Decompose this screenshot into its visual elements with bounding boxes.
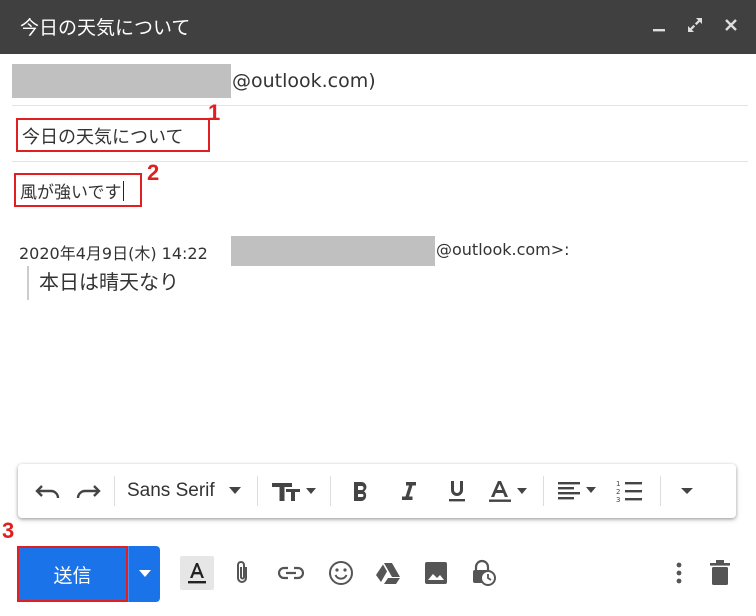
redo-icon[interactable] bbox=[68, 471, 108, 511]
quote-sender-domain: @outlook.com>: bbox=[436, 240, 570, 259]
quoted-text: 本日は晴天なり bbox=[39, 270, 179, 294]
bold-icon[interactable] bbox=[337, 471, 385, 511]
svg-text:2: 2 bbox=[616, 488, 620, 496]
callout-2: 2 bbox=[147, 160, 160, 185]
trash-icon[interactable] bbox=[703, 556, 737, 590]
body-text: 風が強いです bbox=[20, 183, 122, 203]
subject-input[interactable]: 今日の天気について bbox=[16, 118, 210, 152]
text-color-icon[interactable] bbox=[481, 471, 537, 511]
redacted-recipient bbox=[12, 64, 231, 98]
drive-icon[interactable] bbox=[371, 556, 405, 590]
recipient-domain: @outlook.com) bbox=[232, 70, 376, 92]
svg-text:3: 3 bbox=[616, 496, 620, 503]
subject-row: 今日の天気について bbox=[12, 108, 748, 162]
more-vert-icon[interactable] bbox=[662, 556, 696, 590]
compose-actions: 送信 bbox=[0, 540, 756, 610]
toolbar-divider bbox=[329, 476, 331, 506]
send-options-button[interactable] bbox=[128, 546, 160, 602]
text-caret bbox=[122, 181, 124, 201]
send-group: 送信 bbox=[17, 546, 160, 602]
toolbar-divider bbox=[114, 476, 115, 506]
close-icon[interactable] bbox=[720, 12, 742, 38]
callout-1: 1 bbox=[208, 100, 221, 125]
window-controls bbox=[648, 12, 742, 38]
chevron-down-icon bbox=[228, 487, 241, 494]
toolbar-divider bbox=[542, 476, 544, 506]
compose-titlebar: 今日の天気について bbox=[0, 0, 756, 54]
body-editor[interactable]: 風が強いです bbox=[14, 173, 142, 207]
minimize-icon[interactable] bbox=[648, 12, 670, 38]
quote-date: 2020年4月9日(木) 14:22 bbox=[19, 244, 208, 263]
send-button[interactable]: 送信 bbox=[17, 546, 128, 602]
expand-icon[interactable] bbox=[684, 12, 706, 38]
quoted-message: 本日は晴天なり bbox=[27, 266, 179, 300]
undo-icon[interactable] bbox=[28, 471, 68, 511]
callout-3: 3 bbox=[2, 518, 15, 543]
chevron-down-icon bbox=[138, 570, 151, 577]
photo-icon[interactable] bbox=[419, 556, 453, 590]
numbered-list-icon[interactable]: 123 bbox=[606, 471, 654, 511]
emoji-icon[interactable] bbox=[324, 556, 358, 590]
align-icon[interactable] bbox=[550, 471, 606, 511]
font-family-select[interactable]: Sans Serif bbox=[121, 471, 251, 511]
window-title: 今日の天気について bbox=[20, 17, 191, 39]
svg-text:1: 1 bbox=[616, 480, 620, 488]
font-family-value: Sans Serif bbox=[127, 480, 215, 501]
font-size-icon[interactable] bbox=[264, 471, 324, 511]
toolbar-divider bbox=[256, 476, 258, 506]
link-icon[interactable] bbox=[274, 556, 308, 590]
underline-icon[interactable] bbox=[433, 471, 481, 511]
more-options-icon[interactable] bbox=[667, 471, 707, 511]
formatting-icon[interactable] bbox=[180, 556, 214, 590]
recipients-row[interactable]: @outlook.com) bbox=[12, 64, 748, 106]
attach-icon[interactable] bbox=[226, 556, 260, 590]
confidential-icon[interactable] bbox=[466, 556, 500, 590]
redacted-sender bbox=[231, 236, 435, 266]
toolbar-divider bbox=[659, 476, 661, 506]
italic-icon[interactable] bbox=[385, 471, 433, 511]
formatting-toolbar: Sans Serif 123 bbox=[18, 464, 736, 518]
